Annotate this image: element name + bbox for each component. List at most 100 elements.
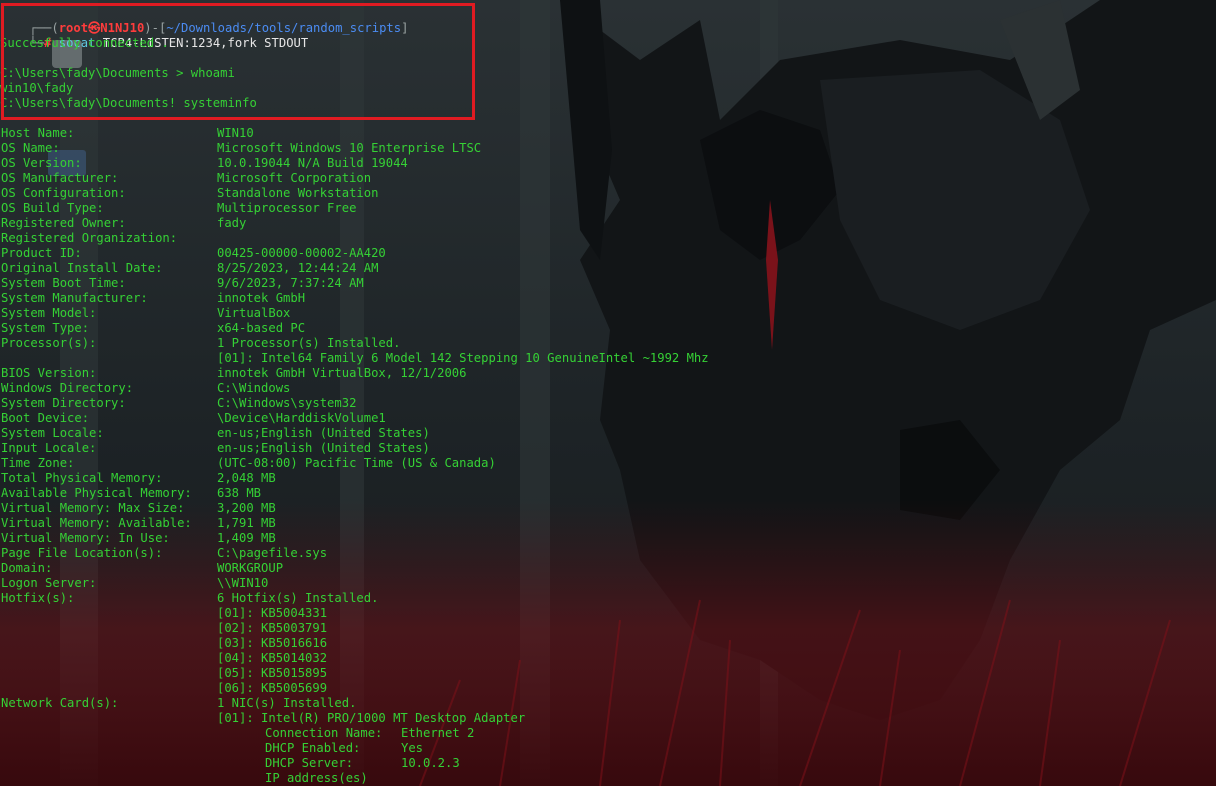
systeminfo-value: C:\pagefile.sys: [217, 546, 328, 560]
systeminfo-value: 00425-00000-00002-AA420: [217, 246, 386, 260]
systeminfo-label: Host Name:: [1, 126, 75, 140]
systeminfo-label: Available Physical Memory:: [1, 486, 192, 500]
systeminfo-row: [03]: KB5016616: [0, 636, 1216, 651]
systeminfo-row: OS Manufacturer: Microsoft Corporation: [0, 171, 1216, 186]
systeminfo-value: 6 Hotfix(s) Installed.: [217, 591, 379, 605]
systeminfo-label: System Boot Time:: [1, 276, 126, 290]
systeminfo-label: OS Name:: [1, 141, 60, 155]
systeminfo-row: [04]: KB5014032: [0, 651, 1216, 666]
nic-detail-row: IP address(es): [0, 771, 1216, 786]
systeminfo-row: OS Configuration: Standalone Workstation: [0, 186, 1216, 201]
systeminfo-label: Virtual Memory: Available:: [1, 516, 192, 530]
systeminfo-value: WIN10: [217, 126, 254, 140]
systeminfo-value: \Device\HarddiskVolume1: [217, 411, 386, 425]
systeminfo-label: Virtual Memory: In Use:: [1, 531, 170, 545]
systeminfo-value: C:\Windows\system32: [217, 396, 357, 410]
terminal-output[interactable]: ┌──(root㉿N1NJ10)-[~/Downloads/tools/rand…: [0, 0, 1216, 786]
systeminfo-value: \\WIN10: [217, 576, 269, 590]
systeminfo-row: [02]: KB5003791: [0, 621, 1216, 636]
systeminfo-value: [05]: KB5015895: [217, 666, 328, 680]
systeminfo-label: Registered Owner:: [1, 216, 126, 230]
command-line: └─# socat TCP4-LISTEN:1234,fork STDOUT: [29, 36, 309, 50]
nic-details: Connection Name: Ethernet 2 DHCP Enabled: Y…: [0, 726, 1216, 786]
systeminfo-label: Total Physical Memory:: [1, 471, 163, 485]
systeminfo-row: Logon Server: \\WIN10: [0, 576, 1216, 591]
systeminfo-row: [06]: KB5005699: [0, 681, 1216, 696]
systeminfo-value: Microsoft Windows 10 Enterprise LTSC: [217, 141, 482, 155]
systeminfo-row: System Locale: en-us;English (United Stat…: [0, 426, 1216, 441]
nic-detail-row: Connection Name: Ethernet 2: [0, 726, 1216, 741]
systeminfo-label: Virtual Memory: Max Size:: [1, 501, 185, 515]
systeminfo-value: WORKGROUP: [217, 561, 284, 575]
systeminfo-row: System Boot Time: 9/6/2023, 7:37:24 AM: [0, 276, 1216, 291]
systeminfo-value: innotek GmbH: [217, 291, 306, 305]
systeminfo-value: 8/25/2023, 12:44:24 AM: [217, 261, 379, 275]
systeminfo-value: 10.0.19044 N/A Build 19044: [217, 156, 408, 170]
systeminfo-row: Available Physical Memory: 638 MB: [0, 486, 1216, 501]
systeminfo-label: Product ID:: [1, 246, 82, 260]
nic-detail-key: Connection Name:: [265, 726, 383, 740]
systeminfo-value: 9/6/2023, 7:37:24 AM: [217, 276, 364, 290]
nic-detail-row: DHCP Server: 10.0.2.3: [0, 756, 1216, 771]
systeminfo-label: OS Configuration:: [1, 186, 126, 200]
systeminfo-value: C:\Windows: [217, 381, 291, 395]
systeminfo-value: [01]: KB5004331: [217, 606, 328, 620]
systeminfo-value: en-us;English (United States): [217, 441, 430, 455]
systeminfo-row: Registered Owner: fady: [0, 216, 1216, 231]
systeminfo-label: Input Locale:: [1, 441, 97, 455]
systeminfo-row: System Manufacturer: innotek GmbH: [0, 291, 1216, 306]
systeminfo-row: Windows Directory: C:\Windows: [0, 381, 1216, 396]
systeminfo-value: [06]: KB5005699: [217, 681, 328, 695]
systeminfo-row: OS Version: 10.0.19044 N/A Build 19044: [0, 156, 1216, 171]
systeminfo-row: Virtual Memory: Available: 1,791 MB: [0, 516, 1216, 531]
systeminfo-row: Boot Device: \Device\HarddiskVolume1: [0, 411, 1216, 426]
systeminfo-value: 1 Processor(s) Installed.: [217, 336, 401, 350]
systeminfo-value: innotek GmbH VirtualBox, 12/1/2006: [217, 366, 467, 380]
systeminfo-row: [01]: Intel(R) PRO/1000 MT Desktop Adapt…: [0, 711, 1216, 726]
systeminfo-row: System Type: x64-based PC: [0, 321, 1216, 336]
systeminfo-value: 1 NIC(s) Installed.: [217, 696, 357, 710]
systeminfo-row: System Directory: C:\Windows\system32: [0, 396, 1216, 411]
systeminfo-label: OS Build Type:: [1, 201, 104, 215]
systeminfo-value: VirtualBox: [217, 306, 291, 320]
systeminfo-label: BIOS Version:: [1, 366, 97, 380]
prompt-line: ┌──(root㉿N1NJ10)-[~/Downloads/tools/rand…: [29, 21, 409, 35]
systeminfo-row: Processor(s): 1 Processor(s) Installed.: [0, 336, 1216, 351]
systeminfo-value: Microsoft Corporation: [217, 171, 372, 185]
nic-detail-key: DHCP Enabled:: [265, 741, 361, 755]
systeminfo-row: BIOS Version: innotek GmbH VirtualBox, 12…: [0, 366, 1216, 381]
nic-detail-value: 10.0.2.3: [401, 756, 460, 770]
systeminfo-value: [03]: KB5016616: [217, 636, 328, 650]
systeminfo-label: Registered Organization:: [1, 231, 178, 245]
systeminfo-output: Host Name: WIN10 OS Name: Microsoft Windows…: [0, 126, 1216, 726]
systeminfo-value: 3,200 MB: [217, 501, 276, 515]
systeminfo-prompt: C:\Users\fady\Documents! systeminfo: [0, 96, 257, 110]
systeminfo-label: Logon Server:: [1, 576, 97, 590]
systeminfo-label: Hotfix(s):: [1, 591, 75, 605]
nic-detail-row: DHCP Enabled: Yes: [0, 741, 1216, 756]
nic-detail-value: Ethernet 2: [401, 726, 475, 740]
systeminfo-row: Virtual Memory: Max Size: 3,200 MB: [0, 501, 1216, 516]
systeminfo-value: fady: [217, 216, 247, 230]
systeminfo-value: 638 MB: [217, 486, 262, 500]
systeminfo-label: Network Card(s):: [1, 696, 119, 710]
whoami-prompt: C:\Users\fady\Documents > whoami: [0, 66, 235, 80]
systeminfo-value: 1,409 MB: [217, 531, 276, 545]
systeminfo-row: [01]: Intel64 Family 6 Model 142 Steppin…: [0, 351, 1216, 366]
systeminfo-label: Page File Location(s):: [1, 546, 163, 560]
systeminfo-row: Time Zone: (UTC-08:00) Pacific Time (US &…: [0, 456, 1216, 471]
systeminfo-row: Original Install Date: 8/25/2023, 12:44:2…: [0, 261, 1216, 276]
systeminfo-row: Host Name: WIN10: [0, 126, 1216, 141]
systeminfo-row: Product ID: 00425-00000-00002-AA420: [0, 246, 1216, 261]
systeminfo-label: OS Version:: [1, 156, 82, 170]
systeminfo-label: Original Install Date:: [1, 261, 163, 275]
systeminfo-value: 1,791 MB: [217, 516, 276, 530]
nic-detail-key: IP address(es): [265, 771, 368, 785]
systeminfo-value: Multiprocessor Free: [217, 201, 357, 215]
systeminfo-label: Windows Directory:: [1, 381, 134, 395]
systeminfo-label: System Model:: [1, 306, 97, 320]
systeminfo-value: (UTC-08:00) Pacific Time (US & Canada): [217, 456, 496, 470]
systeminfo-row: OS Build Type: Multiprocessor Free: [0, 201, 1216, 216]
systeminfo-value: 2,048 MB: [217, 471, 276, 485]
systeminfo-value: [02]: KB5003791: [217, 621, 328, 635]
